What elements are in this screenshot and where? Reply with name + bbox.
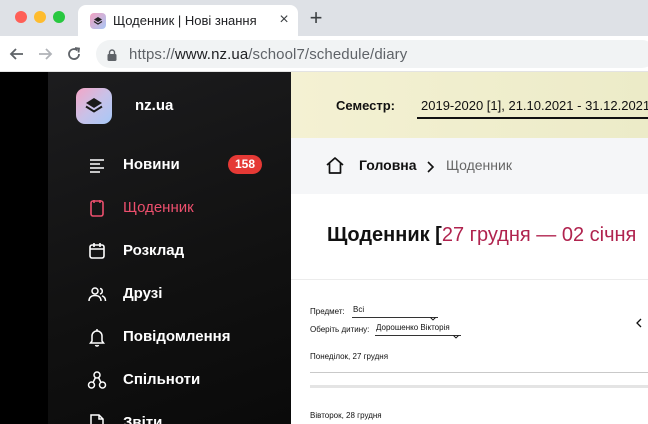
reload-icon[interactable] (65, 45, 83, 63)
lock-icon (107, 48, 117, 61)
main-content: Семестр: 2019-2020 [1], 21.10.2021 - 31.… (291, 72, 648, 424)
window-maximize-button[interactable] (53, 11, 65, 23)
sidebar-item-messages[interactable]: Повідомлення (86, 324, 276, 350)
chevron-right-icon (425, 160, 435, 173)
chevron-down-icon (453, 326, 459, 339)
sidebar-edge (0, 72, 48, 424)
day-title: Вівторок, 28 грудня (310, 411, 382, 420)
tab-close-icon[interactable]: × (276, 12, 292, 28)
week-range: 27 грудня — 02 січня (441, 224, 637, 246)
subject-select[interactable]: Всі (352, 304, 438, 321)
bell-icon (86, 326, 108, 348)
sidebar-item-label: Розклад (123, 242, 185, 259)
child-label: Оберіть дитину: (310, 325, 370, 334)
breadcrumb: Головна Щоденник (291, 138, 648, 194)
news-lines-icon (86, 154, 108, 176)
sidebar-item-label: Новини (123, 156, 180, 173)
sidebar-item-label: Щоденник (123, 199, 194, 216)
new-tab-plus-icon[interactable]: + (306, 7, 326, 29)
reports-icon (86, 412, 108, 424)
sidebar-item-reports[interactable]: Звіти (86, 410, 276, 424)
browser-tab[interactable]: Щоденник | Нові знання × (78, 5, 298, 36)
breadcrumb-home-link[interactable]: Головна (359, 157, 417, 173)
sidebar: nz.ua Новини 158 Щоденник Розклад Друзі … (0, 72, 291, 424)
child-value: Дорошенко Вікторія (376, 323, 450, 332)
subject-label: Предмет: (310, 307, 345, 316)
sidebar-item-label: Повідомлення (123, 328, 231, 345)
chevron-down-icon (430, 308, 436, 321)
url-host: www.nz.ua (174, 46, 249, 63)
url-path: /school7/schedule/diary (248, 46, 408, 63)
calendar-icon (86, 240, 108, 262)
window-minimize-button[interactable] (34, 11, 46, 23)
semester-label: Семестр: (336, 98, 395, 113)
page-title: Щоденник [27 грудня — 02 січня (327, 224, 636, 247)
nz-logo-icon[interactable] (76, 88, 112, 124)
sidebar-item-schedule[interactable]: Розклад (86, 238, 276, 264)
back-arrow-icon[interactable] (8, 45, 26, 63)
browser-toolbar: https://www.nz.ua/school7/schedule/diary (0, 36, 648, 72)
address-bar[interactable]: https://www.nz.ua/school7/schedule/diary (96, 40, 648, 68)
day-lessons-placeholder (310, 385, 648, 388)
nz-favicon-icon (90, 13, 106, 29)
friends-icon (86, 283, 108, 305)
child-select[interactable]: Дорошенко Вікторія (375, 322, 461, 339)
news-count-badge: 158 (228, 155, 262, 174)
sidebar-item-label: Звіти (123, 414, 163, 424)
url-text: https://www.nz.ua/school7/schedule/diary (129, 46, 407, 63)
forward-arrow-icon[interactable] (36, 45, 54, 63)
sidebar-item-label: Друзі (123, 285, 163, 302)
day-title: Понеділок, 27 грудня (310, 352, 389, 361)
semester-value: 2019-2020 [1], 21.10.2021 - 31.12.2021 (421, 98, 648, 113)
communities-icon (86, 369, 108, 391)
window-close-button[interactable] (15, 11, 27, 23)
brand-name: nz.ua (135, 97, 174, 114)
previous-week-chevron-icon[interactable] (635, 315, 643, 328)
sidebar-item-communities[interactable]: Спільноти (86, 367, 276, 393)
tab-title: Щоденник | Нові знання (113, 13, 257, 28)
sidebar-item-friends[interactable]: Друзі (86, 281, 276, 307)
breadcrumb-current: Щоденник (446, 157, 512, 173)
semester-bar: Семестр: 2019-2020 [1], 21.10.2021 - 31.… (291, 72, 648, 138)
sidebar-item-news[interactable]: Новини 158 (86, 152, 276, 178)
browser-tab-strip: Щоденник | Нові знання × + (0, 0, 648, 36)
day-divider (310, 372, 648, 373)
subject-value: Всі (353, 305, 365, 314)
sidebar-item-diary[interactable]: Щоденник (86, 195, 276, 221)
semester-select[interactable]: 2019-2020 [1], 21.10.2021 - 31.12.2021 (417, 95, 648, 119)
url-scheme: https:// (129, 46, 175, 63)
home-icon[interactable] (325, 156, 345, 174)
sidebar-item-label: Спільноти (123, 371, 201, 388)
page-title-text: Щоденник [ (327, 224, 442, 246)
divider (291, 279, 648, 280)
diary-icon (86, 197, 108, 219)
